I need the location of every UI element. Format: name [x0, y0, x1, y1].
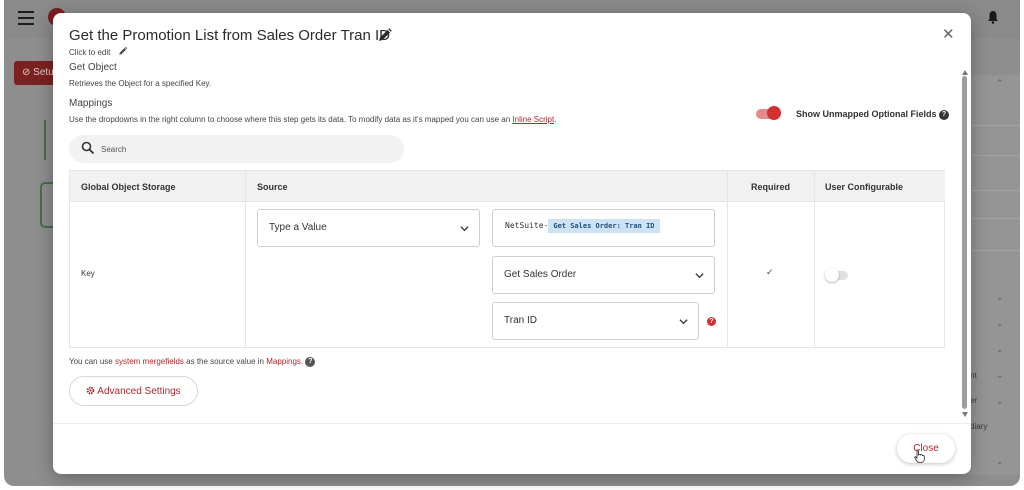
column-divider [727, 171, 728, 347]
step-select[interactable]: Get Sales Order [492, 256, 715, 294]
column-divider [814, 171, 815, 347]
divider [970, 218, 1020, 219]
mergefield-note: You can use system mergefields as the so… [69, 357, 316, 367]
mappings-title: Mappings [69, 98, 113, 109]
click-to-edit-hint: Click to edit [69, 48, 111, 57]
column-divider [245, 171, 246, 347]
row-key-label: Key [81, 269, 95, 278]
advanced-settings-label: Advanced Settings [97, 386, 181, 397]
mappings-desc-text: Use the dropdowns in the right column to… [69, 115, 511, 124]
footer-divider [53, 423, 971, 424]
required-check-icon: ✓ [766, 267, 774, 277]
mappings-link[interactable]: Mappings [266, 357, 301, 366]
chevron-down-icon[interactable]: ⌄ [996, 370, 1004, 381]
pencil-small-icon[interactable] [118, 46, 128, 56]
chevron-down-icon [695, 273, 704, 279]
mappings-table: Global Object Storage Source Required Us… [69, 170, 945, 348]
inline-script-link[interactable]: Inline Script [512, 115, 554, 124]
panel-text: nt [970, 371, 977, 380]
period-text: . [554, 115, 557, 124]
divider [970, 250, 1020, 251]
search-bar[interactable] [69, 135, 404, 163]
merge-note-middle: as the source value in [186, 357, 264, 367]
show-unmapped-toggle[interactable] [756, 106, 781, 120]
column-header-required: Required [727, 171, 814, 201]
mappings-description: Use the dropdowns in the right column to… [69, 115, 556, 124]
column-header-storage: Global Object Storage [70, 171, 245, 201]
scroll-down-arrow-icon[interactable] [962, 412, 968, 417]
flow-connector [44, 120, 46, 160]
search-icon [81, 141, 95, 155]
chevron-down-icon[interactable]: ⌄ [996, 396, 1004, 407]
user-configurable-toggle[interactable] [825, 268, 848, 282]
value-prefix: NetSuite- [505, 221, 549, 230]
close-button[interactable]: Close [897, 434, 955, 463]
divider [970, 190, 1020, 191]
field-select[interactable]: Tran ID [492, 302, 699, 340]
chevron-down-icon[interactable]: ⌄ [996, 318, 1004, 329]
chevron-down-icon[interactable]: ⌄ [996, 456, 1004, 467]
modal-scrollbar[interactable] [961, 70, 969, 420]
advanced-settings-button[interactable]: Advanced Settings [69, 376, 198, 406]
field-select-value: Tran ID [504, 315, 537, 326]
step-select-value: Get Sales Order [504, 269, 577, 280]
bell-icon[interactable] [987, 10, 999, 27]
chevron-down-icon [679, 319, 688, 325]
value-input[interactable]: NetSuite- Get Sales Order: Tran ID [492, 209, 715, 247]
system-mergefields-link[interactable]: system mergefields [115, 357, 184, 366]
hand-cursor-icon [914, 449, 925, 463]
help-icon[interactable]: ? [305, 357, 316, 367]
column-header-user-configurable: User Configurable [814, 171, 945, 201]
column-header-source: Source [245, 171, 727, 201]
merge-note-prefix: You can use [69, 357, 113, 367]
chevron-up-icon[interactable]: ⌃ [996, 78, 1004, 89]
show-unmapped-label: Show Unmapped Optional Fields ? [796, 109, 950, 120]
modal-title[interactable]: Get the Promotion List from Sales Order … [69, 27, 390, 44]
panel-text: diary [970, 422, 988, 431]
help-icon[interactable]: ? [939, 109, 950, 120]
chevron-down-icon [460, 226, 469, 232]
chevron-down-icon[interactable]: ⌄ [996, 344, 1004, 355]
source-type-select[interactable]: Type a Value [257, 209, 480, 247]
search-input[interactable] [101, 141, 391, 157]
merge-note-period: . [300, 357, 304, 367]
section-title: Get Object [69, 62, 117, 73]
show-unmapped-text: Show Unmapped Optional Fields [796, 109, 937, 119]
scroll-up-arrow-icon[interactable] [962, 70, 968, 75]
step-config-modal: Get the Promotion List from Sales Order … [53, 13, 971, 474]
hamburger-menu-icon[interactable] [18, 11, 34, 25]
side-panel [968, 75, 1020, 475]
mergefield-token[interactable]: Get Sales Order: Tran ID [548, 219, 660, 233]
pencil-icon[interactable] [377, 27, 393, 43]
section-description: Retrieves the Object for a specified Key… [69, 79, 212, 88]
chevron-down-icon[interactable]: ⌄ [996, 292, 1004, 303]
source-type-value: Type a Value [269, 222, 327, 233]
close-icon[interactable]: ✕ [942, 25, 955, 43]
header-divider [70, 201, 944, 202]
error-help-icon[interactable]: ? [707, 317, 716, 326]
setup-label: Setu [33, 67, 54, 78]
panel-text: er [970, 396, 978, 405]
scroll-thumb[interactable] [962, 76, 967, 409]
gear-icon [86, 386, 95, 395]
divider [970, 125, 1020, 126]
divider [970, 155, 1020, 156]
